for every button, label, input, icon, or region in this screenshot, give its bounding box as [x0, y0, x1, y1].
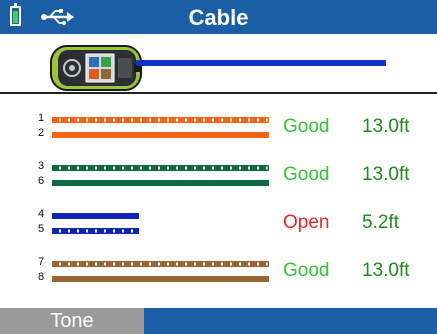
wire-pair-row: 7 8 Good 13.0ft	[0, 256, 437, 296]
pair-status: Good	[283, 116, 330, 137]
wire-pair-row: 4 5 Open 5.2ft	[0, 208, 437, 248]
tone-button[interactable]: Tone	[0, 308, 144, 334]
pair-length: 13.0ft	[362, 116, 410, 137]
cable-tester-device-icon	[50, 45, 142, 91]
page-title: Cable	[188, 5, 249, 30]
pair-status: Open	[283, 212, 330, 233]
wire-b	[52, 228, 139, 234]
wire-a	[52, 117, 269, 123]
pin-number-a: 1	[38, 112, 45, 124]
pair-length: 13.0ft	[362, 164, 410, 185]
wire-a	[52, 261, 269, 267]
wire-b	[52, 276, 269, 282]
pair-length: 13.0ft	[362, 260, 410, 281]
cable-line	[136, 60, 386, 66]
wire-a	[52, 165, 269, 171]
divider	[0, 92, 437, 94]
pin-number-b: 5	[38, 223, 45, 235]
footer-bar: Tone	[0, 308, 437, 334]
pin-number-b: 6	[38, 175, 45, 187]
wire-pair-row: 1 2 Good 13.0ft	[0, 112, 437, 152]
pin-number-a: 3	[38, 160, 45, 172]
pin-number-b: 8	[38, 271, 45, 283]
wire-b	[52, 132, 269, 138]
pair-length: 5.2ft	[362, 212, 399, 233]
pin-number-b: 2	[38, 127, 45, 139]
wire-a	[52, 213, 139, 219]
pin-number-a: 7	[38, 256, 45, 268]
wire-pair-row: 3 6 Good 13.0ft	[0, 160, 437, 200]
wire-b	[52, 180, 269, 186]
pair-status: Good	[283, 164, 330, 185]
pin-number-a: 4	[38, 208, 45, 220]
pair-status: Good	[283, 260, 330, 281]
header-bar: Cable	[0, 0, 437, 34]
